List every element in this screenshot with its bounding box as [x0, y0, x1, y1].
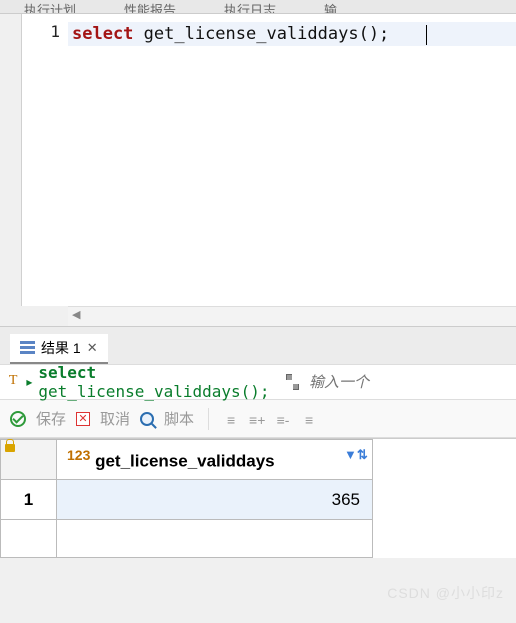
grid-corner-cell	[1, 440, 57, 480]
tab-result-1[interactable]: 结果 1 ✕	[10, 334, 108, 364]
query-echo-text: select get_license_validdays();	[38, 363, 276, 401]
sql-keyword-select: select	[72, 24, 133, 44]
sql-rest: get_license_validdays();	[133, 24, 389, 44]
tab-exec-plan[interactable]: 执行计划	[0, 0, 100, 13]
column-type-hint: 123	[67, 447, 90, 463]
column-header[interactable]: 123 get_license_validdays ▼⇅	[57, 440, 373, 480]
text-cursor	[426, 25, 427, 45]
filter-lines-icon[interactable]: ≡	[223, 412, 239, 426]
watermark-text: CSDN @小小印z	[387, 583, 504, 603]
add-row-icon[interactable]: ≡+	[249, 412, 265, 426]
cell-value[interactable]: 365	[57, 480, 373, 520]
cell-empty	[57, 520, 373, 558]
row-header[interactable]: 1	[1, 480, 57, 520]
editor-code-pane[interactable]: select get_license_validdays();	[68, 14, 516, 306]
separator	[208, 408, 209, 430]
echo-keyword-select: select	[38, 363, 96, 382]
column-filter-icon[interactable]: ▼⇅	[344, 447, 362, 465]
result-grid: 123 get_license_validdays ▼⇅ 1 365	[0, 438, 516, 558]
result-tab-label: 结果 1	[41, 338, 81, 358]
close-icon[interactable]: ✕	[87, 340, 98, 356]
tab-exec-log[interactable]: 执行日志	[200, 0, 300, 13]
arrow-icon: ▸	[26, 375, 32, 389]
cancel-button[interactable]: 取消	[100, 408, 130, 429]
echo-rest: get_license_validdays();	[38, 382, 269, 401]
more-rows-icon[interactable]: ≡	[301, 412, 317, 426]
tab-perf-report[interactable]: 性能报告	[100, 0, 200, 13]
apply-icon[interactable]	[10, 411, 26, 427]
tab-output[interactable]: 输	[300, 0, 361, 13]
sql-editor: 1 select get_license_validdays();	[0, 14, 516, 306]
result-tab-bar: 结果 1 ✕	[0, 326, 516, 364]
column-name: get_license_validdays	[95, 452, 275, 471]
delete-row-icon[interactable]: ≡-	[275, 412, 291, 426]
code-line-1[interactable]: select get_license_validdays();	[68, 22, 516, 46]
script-button[interactable]: 脚本	[164, 408, 194, 429]
text-type-icon: T	[6, 373, 20, 391]
result-grid-icon	[20, 341, 35, 354]
editor-top-tabs: 执行计划 性能报告 执行日志 输	[0, 0, 516, 14]
editor-left-margin	[0, 14, 22, 306]
editor-gutter: 1	[22, 14, 68, 306]
row-header-empty	[1, 520, 57, 558]
cancel-icon[interactable]: ✕	[76, 412, 90, 426]
result-toolbar: 保存 ✕ 取消 脚本 ≡ ≡+ ≡- ≡	[0, 400, 516, 438]
lock-icon	[5, 444, 15, 452]
line-number: 1	[22, 22, 60, 41]
search-icon[interactable]	[140, 412, 154, 426]
expand-icon[interactable]	[286, 374, 299, 390]
editor-horizontal-scrollbar[interactable]	[68, 306, 516, 326]
result-search-input[interactable]	[309, 374, 510, 391]
query-echo-row: T ▸ select get_license_validdays();	[0, 364, 516, 400]
save-button[interactable]: 保存	[36, 408, 66, 429]
